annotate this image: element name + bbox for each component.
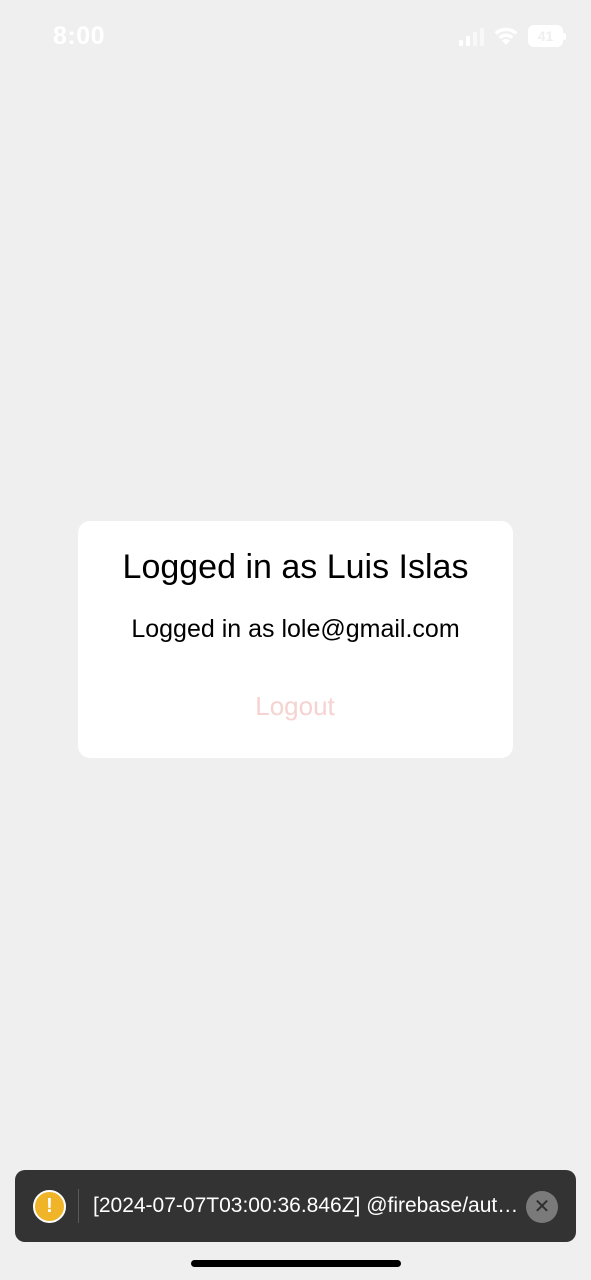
account-card: Logged in as Luis Islas Logged in as lol… [78,521,513,758]
status-time: 8:00 [53,22,106,50]
battery-level: 41 [537,28,554,44]
logged-in-email: Logged in as lole@gmail.com [131,615,460,643]
home-indicator[interactable] [191,1260,401,1267]
battery-icon: 41 [528,25,566,47]
warning-icon: ! [33,1190,66,1223]
screen: 8:00 41 Logged in as Luis Islas Logged i… [0,0,591,1280]
toast-divider [78,1189,79,1223]
toast-message: [2024-07-07T03:00:36.846Z] @firebase/aut… [93,1194,519,1217]
status-icons: 41 [459,25,566,47]
wifi-icon [493,26,519,46]
logged-in-title: Logged in as Luis Islas [122,548,469,586]
signal-icon [459,26,484,46]
logout-button[interactable]: Logout [215,684,375,728]
warning-toast[interactable]: ! [2024-07-07T03:00:36.846Z] @firebase/a… [15,1170,576,1242]
close-icon[interactable]: ✕ [526,1191,558,1223]
status-bar: 8:00 41 [0,0,591,76]
